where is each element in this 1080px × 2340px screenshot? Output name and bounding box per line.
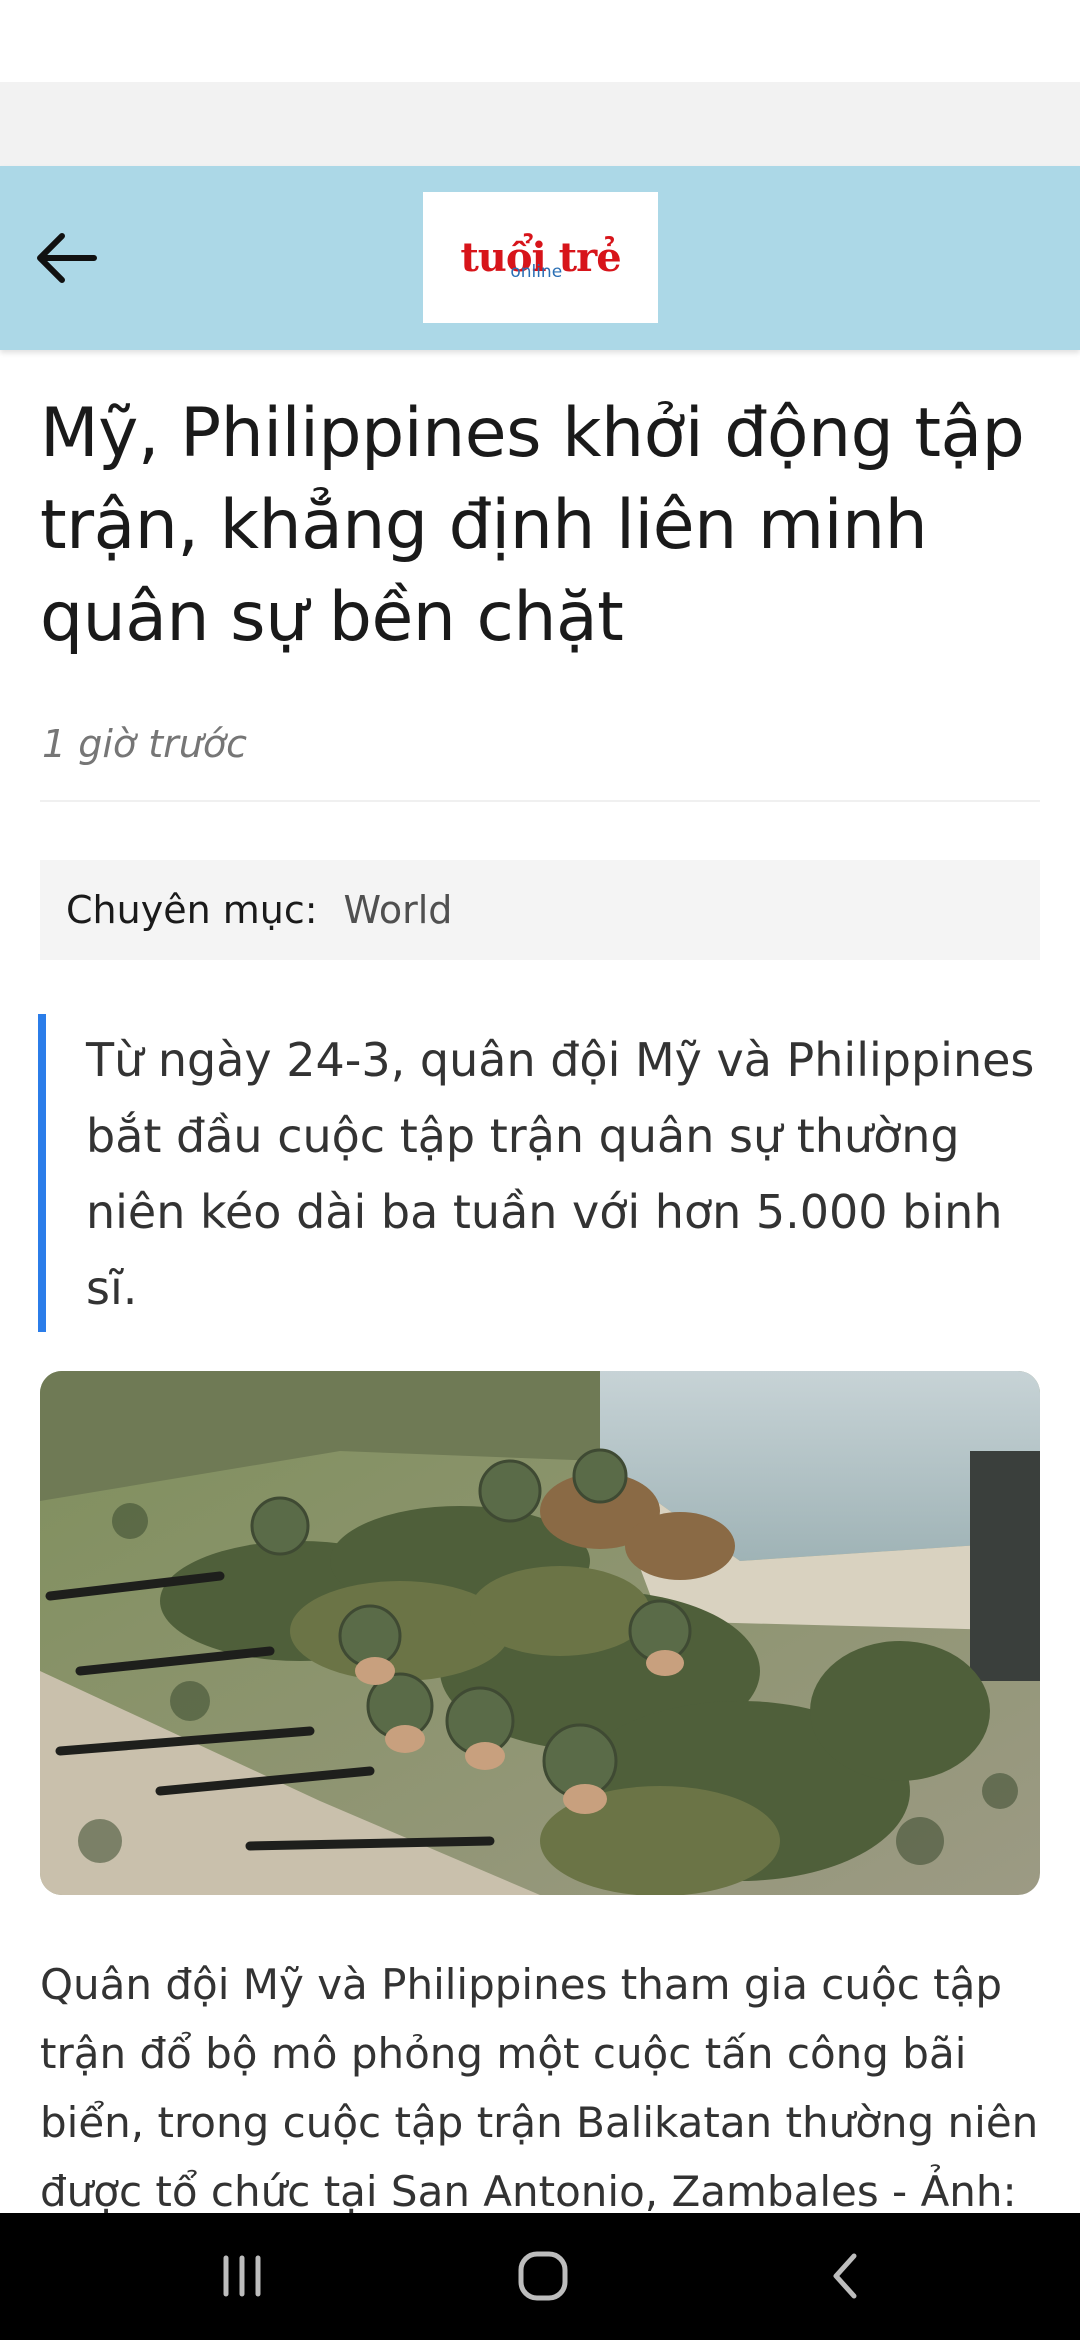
lead-text: Từ ngày 24-3, quân đội Mỹ và Philippines… — [86, 1033, 1035, 1315]
category-box: Chuyên mục: World — [40, 860, 1040, 960]
article-photo[interactable] — [40, 1371, 1040, 1895]
article-title: Mỹ, Philippines khởi động tập trận, khẳn… — [40, 394, 1025, 657]
article-lead: Từ ngày 24-3, quân đội Mỹ và Philippines… — [38, 1014, 1046, 1332]
photo-caption: Quân đội Mỹ và Philippines tham gia cuộc… — [40, 1960, 1039, 2216]
recents-icon — [223, 2255, 261, 2297]
system-nav-bar — [0, 2213, 1080, 2340]
recents-button[interactable] — [192, 2233, 292, 2319]
article-page: tuổi trẻ online Mỹ, Philippines khởi độn… — [0, 0, 1080, 2340]
back-chevron-icon — [833, 2253, 857, 2299]
back-button[interactable] — [24, 216, 108, 300]
logo-wordmark: tuổi trẻ online — [460, 237, 621, 282]
soldiers-exercise-photo — [40, 1371, 1040, 1895]
home-icon — [518, 2251, 568, 2301]
arrow-left-icon — [37, 233, 97, 283]
category-label: Chuyên mục: — [66, 888, 318, 932]
logo-sub: online — [510, 261, 563, 282]
category-link[interactable]: World — [344, 888, 453, 932]
status-bar — [0, 0, 1080, 82]
home-button[interactable] — [493, 2233, 593, 2319]
top-spacer — [0, 82, 1080, 166]
divider — [40, 800, 1040, 802]
publish-time: 1 giờ trước — [42, 722, 248, 766]
nav-back-button[interactable] — [796, 2233, 896, 2319]
site-logo[interactable]: tuổi trẻ online — [423, 192, 658, 323]
app-header: tuổi trẻ online — [0, 166, 1080, 350]
